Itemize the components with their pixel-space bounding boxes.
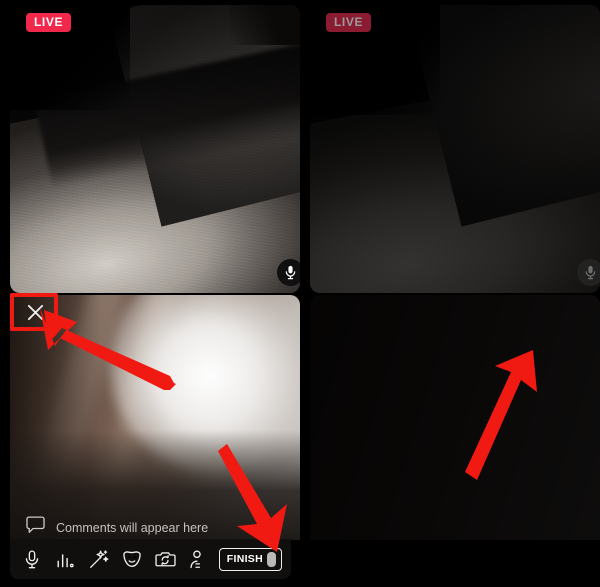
top-video-preview[interactable] — [10, 5, 300, 293]
right-broadcast-screen: LIVE 1 — [300, 0, 600, 587]
comments-placeholder-text: Comments will appear here — [56, 520, 209, 535]
bottom-video-preview[interactable] — [310, 295, 600, 540]
annotation-highlight-close — [10, 293, 58, 331]
bottom-video-preview[interactable] — [10, 295, 300, 540]
comments-placeholder-row[interactable]: Comments will appear here — [26, 516, 208, 539]
finish-button-pill — [267, 551, 276, 567]
live-badge: LIVE — [26, 13, 72, 32]
dialog-scrim — [310, 5, 600, 293]
poll-icon[interactable] — [52, 546, 78, 572]
add-guest-icon[interactable] — [185, 546, 211, 572]
mask-filter-icon[interactable] — [119, 546, 145, 572]
microphone-icon[interactable] — [277, 259, 300, 286]
comment-bubble-icon — [26, 516, 45, 539]
dialog-scrim — [310, 295, 600, 540]
magic-wand-icon[interactable] — [86, 546, 112, 572]
finish-button[interactable]: FINISH — [218, 547, 282, 571]
top-video-preview[interactable] — [310, 5, 600, 293]
microphone-icon[interactable] — [19, 546, 45, 572]
live-badge: LIVE — [326, 13, 372, 32]
camera-flip-icon[interactable] — [152, 546, 178, 572]
microphone-icon[interactable] — [577, 259, 600, 286]
screenshot-root: LIVE Comments will appear here FINISH LI… — [0, 0, 600, 587]
broadcast-toolbar: FINISH — [10, 539, 291, 579]
finish-button-label: FINISH — [226, 553, 263, 565]
video-dark-corner-right — [230, 5, 300, 45]
